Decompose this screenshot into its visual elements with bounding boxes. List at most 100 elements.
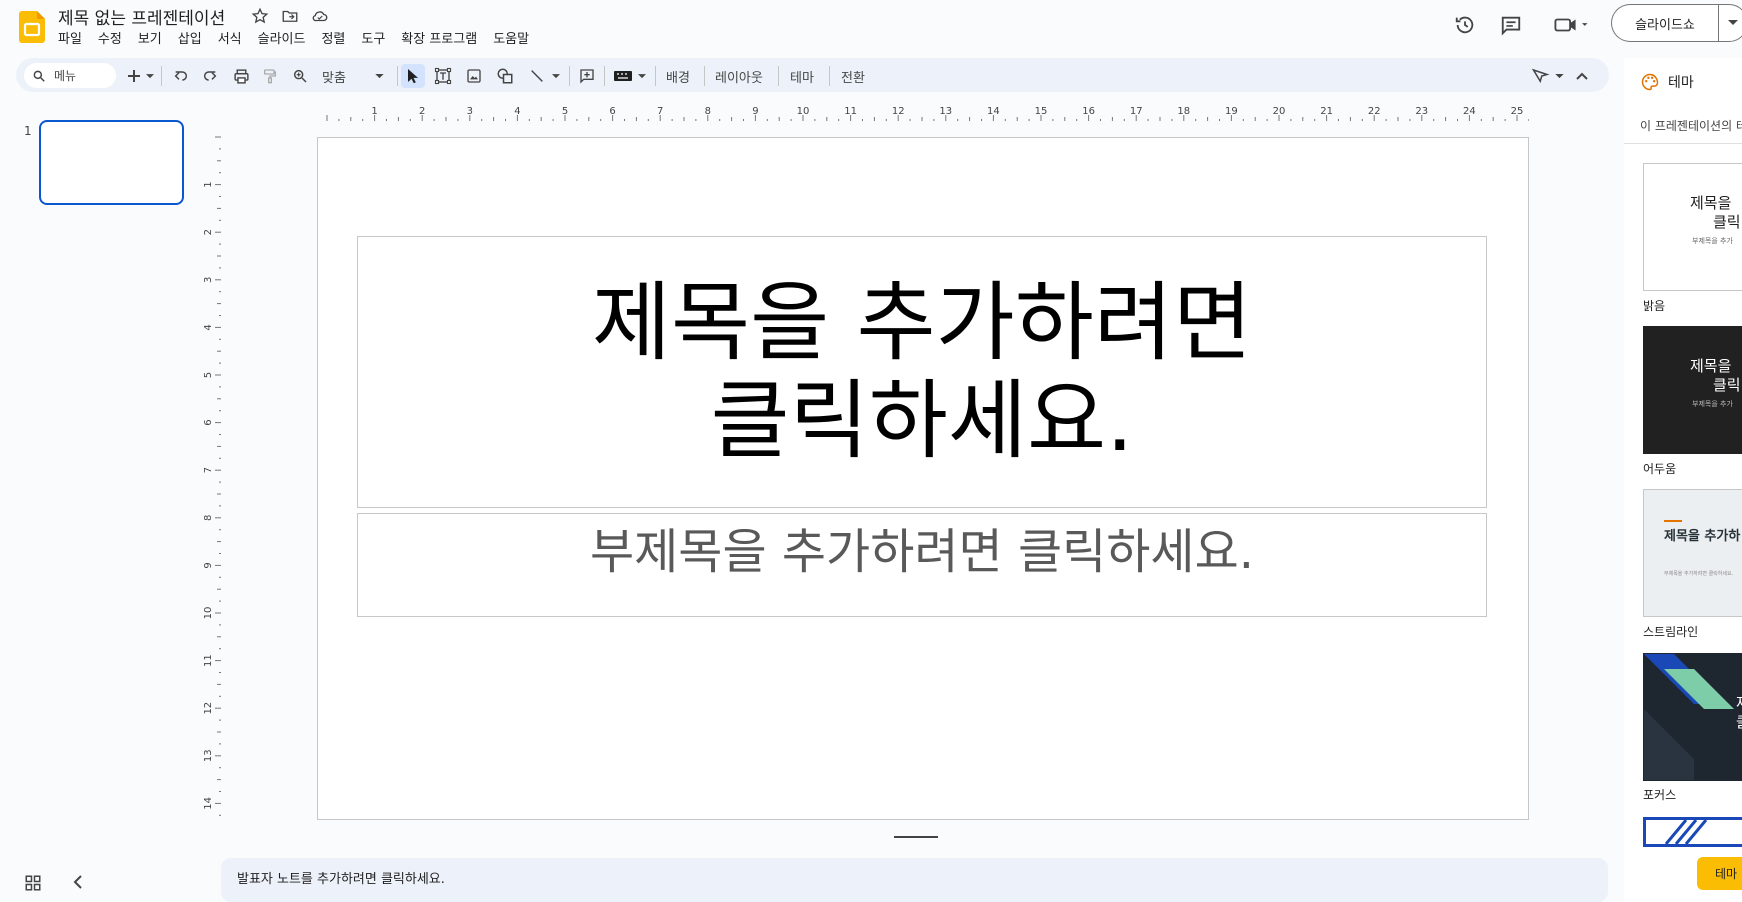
theme-card-streamline[interactable]: 제목을 추가하 부제목을 추가하려면 클릭하세요. — [1643, 489, 1742, 617]
ruler-label: 6 — [203, 419, 214, 425]
new-slide-dropdown-icon[interactable] — [145, 64, 155, 88]
edit-mode-dropdown-icon[interactable] — [1553, 64, 1565, 88]
theme-preview-subtitle: 부제목을 추가하려면 클릭하세요. — [1664, 571, 1734, 577]
slideshow-dropdown-icon[interactable] — [1718, 4, 1742, 42]
zoom-select[interactable]: 맞춤 — [322, 64, 346, 88]
theme-partial-graphic — [1664, 820, 1708, 844]
menu-extensions[interactable]: 확장 프로그램 — [393, 31, 485, 49]
theme-focus-graphic — [1644, 654, 1734, 780]
line-dropdown-icon[interactable] — [551, 64, 561, 88]
theme-button[interactable]: 테마 — [790, 64, 814, 88]
horizontal-ruler: 1 2 3 4 5 6 7 8 9 10 11 12 13 14 15 16 17 18 19 20 21 22 23 24 2… — [317, 104, 1530, 121]
document-title[interactable]: 제목 없는 프레젠테이션 — [58, 4, 225, 29]
menu-search-input[interactable]: 메뉴 — [24, 63, 116, 88]
ruler-label: 10 — [797, 106, 810, 117]
collapse-toolbar-icon[interactable] — [1572, 64, 1592, 88]
vertical-ruler: 1 2 3 4 5 6 7 8 9 10 11 12 13 14 — [203, 120, 221, 820]
add-comment-icon[interactable] — [576, 64, 598, 88]
ruler-label: 20 — [1273, 106, 1286, 117]
select-tool-icon[interactable] — [401, 64, 425, 88]
import-theme-button[interactable]: 테마 — [1697, 857, 1742, 890]
subtitle-placeholder[interactable]: 부제목을 추가하려면 클릭하세요. — [357, 513, 1487, 617]
ruler-label: 11 — [844, 106, 857, 117]
theme-name-light: 밝음 — [1643, 299, 1666, 313]
theme-preview-subtitle: 부제목을 추가 — [1692, 400, 1733, 408]
menu-search-label: 메뉴 — [54, 69, 77, 83]
ruler-label: 7 — [657, 106, 663, 117]
ruler-label: 4 — [514, 106, 520, 117]
meet-video-icon[interactable] — [1550, 12, 1592, 38]
theme-name-focus: 포커스 — [1643, 788, 1677, 802]
ruler-label: 1 — [371, 106, 377, 117]
theme-preview-subtitle: 부제목을 추가 — [1692, 237, 1733, 245]
ruler-label: 14 — [987, 106, 1000, 117]
ruler-label: 12 — [203, 702, 214, 715]
ruler-label: 25 — [1511, 106, 1524, 117]
collapse-filmstrip-icon[interactable] — [72, 874, 84, 894]
slides-logo-icon[interactable] — [19, 11, 45, 43]
menu-insert[interactable]: 삽입 — [170, 31, 210, 49]
menu-arrange[interactable]: 정렬 — [313, 31, 353, 49]
themes-panel-title: 테마 — [1668, 75, 1694, 91]
speaker-notes-placeholder: 발표자 노트를 추가하려면 클릭하세요. — [237, 872, 445, 887]
version-history-icon[interactable] — [1452, 12, 1478, 38]
menu-bar: 파일 수정 보기 삽입 서식 슬라이드 정렬 도구 확장 프로그램 도움말 — [58, 31, 537, 49]
title-placeholder[interactable]: 제목을 추가하려면 클릭하세요. — [357, 236, 1487, 508]
menu-view[interactable]: 보기 — [130, 31, 170, 49]
theme-card-light[interactable]: 제목을 클릭 부제목을 추가 — [1643, 163, 1742, 291]
theme-name-dark: 어두움 — [1643, 462, 1677, 476]
new-slide-icon[interactable] — [124, 64, 144, 88]
subtitle-placeholder-text: 부제목을 추가하려면 클릭하세요. — [589, 524, 1254, 580]
zoom-icon[interactable] — [290, 64, 310, 88]
text-box-icon[interactable] — [432, 64, 454, 88]
speaker-notes[interactable]: 발표자 노트를 추가하려면 클릭하세요. — [221, 858, 1608, 902]
title-placeholder-text: 제목을 추가하려면 클릭하세요. — [591, 273, 1253, 471]
insert-image-icon[interactable] — [463, 64, 485, 88]
star-icon[interactable] — [250, 6, 270, 26]
transition-button[interactable]: 전환 — [841, 64, 865, 88]
slideshow-button[interactable]: 슬라이드쇼 — [1611, 4, 1718, 42]
ruler-label: 21 — [1320, 106, 1333, 117]
ruler-label: 2 — [203, 229, 214, 235]
theme-preview-title: 클릭 — [1713, 376, 1741, 394]
ruler-label: 5 — [203, 372, 214, 378]
paint-format-icon[interactable] — [260, 64, 280, 88]
ruler-label: 11 — [203, 654, 214, 667]
menu-help[interactable]: 도움말 — [485, 31, 537, 49]
menu-format[interactable]: 서식 — [210, 31, 250, 49]
undo-icon[interactable] — [171, 64, 191, 88]
comments-icon[interactable] — [1498, 12, 1524, 38]
ruler-label: 24 — [1463, 106, 1476, 117]
move-folder-icon[interactable] — [280, 6, 300, 26]
ruler-label: 3 — [203, 277, 214, 283]
menu-file[interactable]: 파일 — [58, 31, 90, 49]
palette-icon — [1641, 73, 1659, 91]
ruler-label: 16 — [1082, 106, 1095, 117]
input-tools-icon[interactable] — [611, 64, 635, 88]
input-tools-dropdown-icon[interactable] — [637, 64, 647, 88]
print-icon[interactable] — [230, 64, 252, 88]
layout-button[interactable]: 레이아웃 — [715, 64, 763, 88]
redo-icon[interactable] — [200, 64, 220, 88]
theme-card-partial[interactable] — [1643, 817, 1742, 847]
ruler-label: 13 — [939, 106, 952, 117]
menu-edit[interactable]: 수정 — [90, 31, 130, 49]
themes-description: 이 프레젠테이션의 테 — [1640, 119, 1742, 133]
ruler-label: 10 — [203, 607, 214, 620]
menu-slide[interactable]: 슬라이드 — [250, 31, 314, 49]
cloud-status-icon[interactable] — [310, 6, 330, 26]
notes-resize-handle[interactable] — [894, 836, 938, 838]
theme-preview-title: 제목을 — [1690, 194, 1732, 212]
menu-tools[interactable]: 도구 — [353, 31, 393, 49]
ruler-label: 4 — [203, 324, 214, 330]
slide-thumbnail[interactable] — [39, 120, 184, 205]
grid-view-icon[interactable] — [24, 874, 42, 896]
line-icon[interactable] — [526, 64, 548, 88]
edit-mode-pen-icon[interactable] — [1530, 64, 1552, 88]
zoom-dropdown-icon[interactable] — [373, 64, 385, 88]
ruler-label: 2 — [419, 106, 425, 117]
shape-icon[interactable] — [494, 64, 516, 88]
theme-card-focus[interactable]: 제 클 — [1643, 653, 1742, 781]
theme-card-dark[interactable]: 제목을 클릭 부제목을 추가 — [1643, 326, 1742, 454]
background-button[interactable]: 배경 — [666, 64, 690, 88]
